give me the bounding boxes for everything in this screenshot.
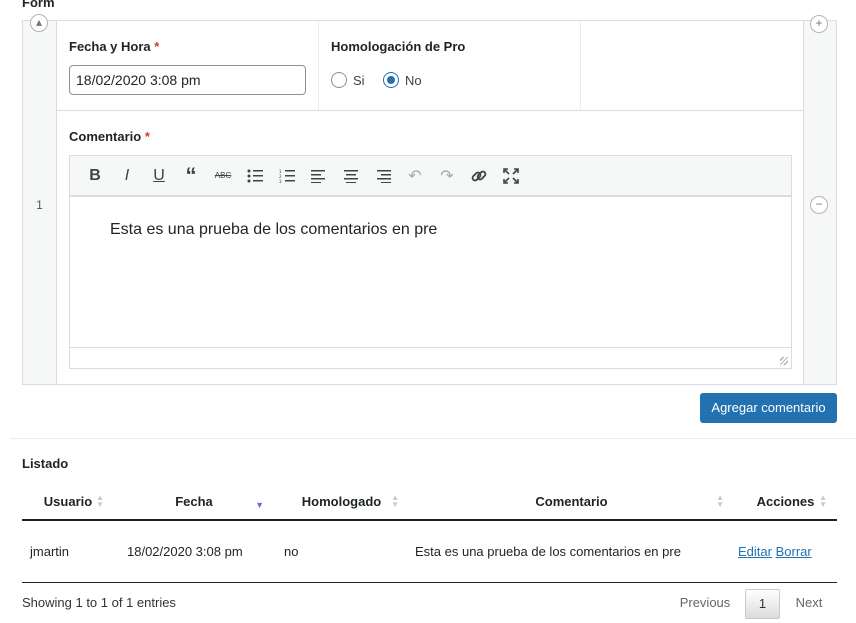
radio-no-circle[interactable] <box>383 72 399 88</box>
repeater-row: Fecha y Hora * Homologación de Pro Si No… <box>56 21 804 384</box>
repeater-left-handle[interactable]: ▴ 1 <box>23 14 56 384</box>
table-info: Showing 1 to 1 of 1 entries <box>22 595 176 610</box>
homologacion-label: Homologación de Pro <box>331 39 466 54</box>
sort-icon: ▲ ▼ <box>391 493 399 509</box>
editor-content[interactable]: Esta es una prueba de los comentarios en… <box>70 199 791 347</box>
cell-comentario: Esta es una prueba de los comentarios en… <box>409 520 734 583</box>
sort-active-icon: ▼ <box>255 500 264 510</box>
table-header-row: Usuario ▲ ▼ Fecha ▼ Homologado ▲ ▼ Comentario… <box>22 484 837 521</box>
comentario-label: Comentario * <box>69 129 150 144</box>
bullet-list-icon[interactable] <box>239 161 271 191</box>
align-right-icon[interactable] <box>367 161 399 191</box>
repeater-right-handle: + − <box>803 15 836 384</box>
field-row-top: Fecha y Hora * Homologación de Pro Si No <box>57 21 803 111</box>
row-number: 1 <box>36 198 43 212</box>
align-left-icon[interactable] <box>303 161 335 191</box>
resize-grip-icon[interactable] <box>780 357 788 365</box>
radio-si-label: Si <box>353 72 365 88</box>
fecha-label: Fecha y Hora * <box>69 39 160 54</box>
strikethrough-icon[interactable]: ABC <box>207 161 239 191</box>
listado-title: Listado <box>22 456 69 471</box>
italic-icon[interactable]: I <box>111 161 143 191</box>
section-divider <box>10 438 856 439</box>
undo-icon[interactable]: ↶ <box>399 161 431 191</box>
rich-text-editor: B I U “ ABC 123 ↶ ↷ Esta es una prueba d… <box>69 155 792 369</box>
cell-usuario: jmartin <box>22 520 114 583</box>
link-icon[interactable] <box>463 161 495 191</box>
homologacion-field: Homologación de Pro Si No <box>319 21 581 110</box>
fullscreen-icon[interactable] <box>495 161 527 191</box>
radio-no-label: No <box>405 72 422 88</box>
radio-si-circle[interactable] <box>331 72 347 88</box>
pagination-previous[interactable]: Previous <box>673 589 737 619</box>
fecha-input[interactable] <box>69 65 306 95</box>
col-fecha[interactable]: Fecha ▼ <box>114 484 274 521</box>
svg-text:3: 3 <box>279 179 282 183</box>
bold-icon[interactable]: B <box>79 161 111 191</box>
numbered-list-icon[interactable]: 123 <box>271 161 303 191</box>
pagination-next[interactable]: Next <box>786 589 832 619</box>
cell-homologado: no <box>274 520 409 583</box>
cell-acciones: Editar Borrar <box>734 520 837 583</box>
agregar-comentario-button[interactable]: Agregar comentario <box>700 393 837 423</box>
col-acciones[interactable]: Acciones ▲ ▼ <box>734 484 837 521</box>
sort-icon: ▲ ▼ <box>716 493 724 509</box>
delete-link[interactable]: Borrar <box>776 544 812 559</box>
pagination-page-1[interactable]: 1 <box>745 589 780 619</box>
form-title: Form <box>22 0 55 10</box>
col-usuario[interactable]: Usuario ▲ ▼ <box>22 484 114 521</box>
align-center-icon[interactable] <box>335 161 367 191</box>
listado-table: Usuario ▲ ▼ Fecha ▼ Homologado ▲ ▼ Comentario… <box>22 484 837 583</box>
editor-toolbar: B I U “ ABC 123 ↶ ↷ <box>70 156 791 197</box>
cell-fecha: 18/02/2020 3:08 pm <box>114 520 274 583</box>
col-homologado[interactable]: Homologado ▲ ▼ <box>274 484 409 521</box>
blockquote-icon[interactable]: “ <box>175 161 207 191</box>
remove-row-icon[interactable]: − <box>810 196 828 214</box>
editor-statusbar <box>70 347 791 368</box>
redo-icon[interactable]: ↷ <box>431 161 463 191</box>
col-comentario[interactable]: Comentario ▲ ▼ <box>409 484 734 521</box>
repeater-container: ▴ 1 Fecha y Hora * Homologación de Pro S… <box>22 14 837 385</box>
collapse-up-icon[interactable]: ▴ <box>30 14 48 32</box>
radio-no[interactable]: No <box>383 72 422 88</box>
underline-icon[interactable]: U <box>143 161 175 191</box>
table-row: jmartin 18/02/2020 3:08 pm no Esta es un… <box>22 520 837 583</box>
add-row-icon[interactable]: + <box>810 15 828 33</box>
edit-link[interactable]: Editar <box>738 544 772 559</box>
radio-si[interactable]: Si <box>331 72 365 88</box>
sort-icon: ▲ ▼ <box>96 493 104 509</box>
fecha-field: Fecha y Hora * <box>57 21 319 110</box>
sort-icon: ▲ ▼ <box>819 493 827 509</box>
